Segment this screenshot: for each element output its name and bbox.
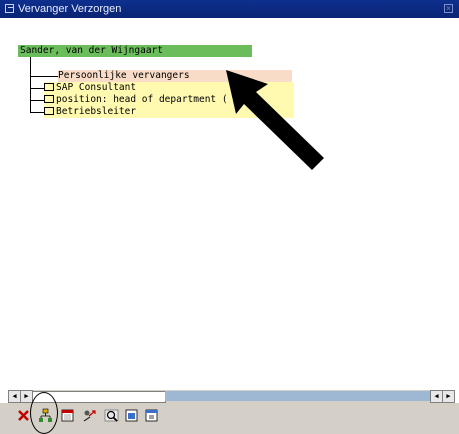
find-icon: [104, 409, 119, 422]
annotation-arrow: [226, 70, 324, 170]
expand-button[interactable]: [124, 408, 139, 423]
delete-button[interactable]: [16, 408, 31, 423]
window-title: Vervanger Verzorgen: [18, 3, 122, 15]
close-icon[interactable]: ×: [444, 4, 453, 13]
collapse-button[interactable]: [144, 408, 159, 423]
substitute-icon: [83, 410, 96, 422]
substitute-button[interactable]: [82, 408, 97, 423]
find-button[interactable]: [104, 408, 119, 423]
collapse-icon: [145, 409, 158, 422]
expand-icon: [125, 409, 138, 422]
calendar-icon: [61, 409, 74, 422]
delete-icon: [18, 410, 29, 421]
horizontal-scrollbar[interactable]: ◀ ▶ ◀ ▶: [8, 390, 455, 403]
calendar-button[interactable]: [60, 408, 75, 423]
toolbar: [0, 403, 459, 434]
window-menu-icon[interactable]: [5, 4, 14, 13]
scroll-right-icon[interactable]: ▶: [442, 390, 455, 403]
annotation-circle: [30, 392, 58, 434]
scrollbar-track[interactable]: [165, 391, 431, 401]
substitute-tree: Sander, van der Wijngaart Persoonlijke v…: [0, 18, 459, 390]
title-bar: Vervanger Verzorgen ×: [0, 0, 459, 18]
